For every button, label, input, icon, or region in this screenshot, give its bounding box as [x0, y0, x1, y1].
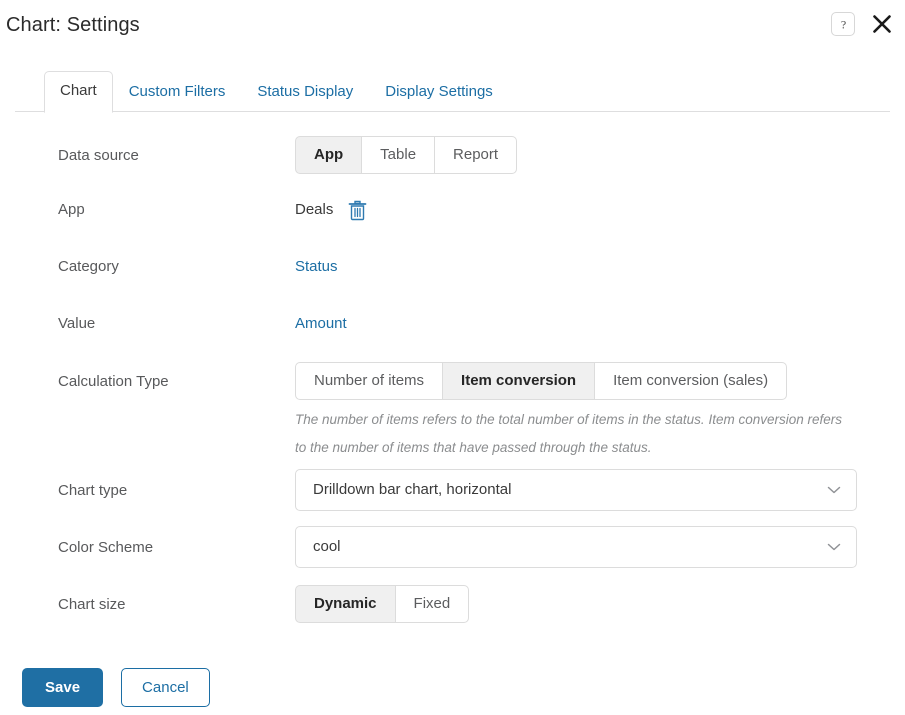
- chevron-down-icon: [827, 543, 841, 552]
- category-value-link[interactable]: Status: [295, 258, 338, 275]
- chevron-down-icon: [827, 486, 841, 495]
- chart-size-option-dynamic[interactable]: Dynamic: [295, 585, 396, 623]
- calculation-type-option-item-conversion[interactable]: Item conversion: [442, 362, 596, 400]
- control-chart-type: Drilldown bar chart, horizontal: [295, 469, 857, 511]
- close-icon: [871, 13, 893, 35]
- label-data-source: Data source: [58, 147, 139, 164]
- app-delete-button[interactable]: [347, 199, 367, 221]
- color-scheme-select[interactable]: cool: [295, 526, 857, 568]
- calculation-type-option-item-conversion-sales[interactable]: Item conversion (sales): [594, 362, 788, 400]
- dialog-footer: Save Cancel: [22, 668, 210, 707]
- calculation-type-segmented-control: Number of items Item conversion Item con…: [295, 362, 788, 400]
- data-source-option-app[interactable]: App: [295, 136, 363, 174]
- tab-bar: Chart Custom Filters Status Display Disp…: [0, 70, 905, 113]
- chart-size-segmented-control: Dynamic Fixed: [295, 585, 470, 623]
- tab-status-display[interactable]: Status Display: [241, 72, 369, 112]
- page-title: Chart: Settings: [6, 14, 140, 36]
- tab-chart[interactable]: Chart: [44, 71, 113, 113]
- tab-display-settings[interactable]: Display Settings: [369, 72, 509, 112]
- label-category: Category: [58, 258, 119, 275]
- cancel-button[interactable]: Cancel: [121, 668, 210, 707]
- help-icon-button[interactable]: ?: [831, 12, 855, 36]
- control-app: Deals: [295, 199, 367, 221]
- svg-text:?: ?: [840, 17, 845, 31]
- label-chart-size: Chart size: [58, 596, 126, 613]
- tab-list: Chart Custom Filters Status Display Disp…: [44, 70, 509, 113]
- question-mark-icon: ?: [837, 17, 850, 32]
- control-color-scheme: cool: [295, 526, 857, 568]
- label-color-scheme: Color Scheme: [58, 539, 154, 556]
- header-actions: ?: [831, 11, 895, 37]
- chart-settings-dialog: Chart: Settings ? Chart Custom Filters S…: [0, 0, 905, 715]
- control-value: Amount: [295, 314, 347, 334]
- color-scheme-selected-value: cool: [313, 538, 341, 555]
- calculation-type-helper-text: The number of items refers to the total …: [295, 412, 842, 455]
- data-source-segmented-control: App Table Report: [295, 136, 518, 174]
- dialog-header: Chart: Settings ?: [0, 0, 905, 56]
- control-data-source: App Table Report: [295, 136, 518, 174]
- control-chart-size: Dynamic Fixed: [295, 585, 470, 623]
- data-source-option-table[interactable]: Table: [361, 136, 436, 174]
- chart-type-select[interactable]: Drilldown bar chart, horizontal: [295, 469, 857, 511]
- chart-size-option-fixed[interactable]: Fixed: [394, 585, 470, 623]
- app-value-wrap: Deals: [295, 199, 367, 221]
- label-value: Value: [58, 315, 96, 332]
- app-selected-value: Deals: [295, 201, 334, 218]
- calculation-type-option-number-of-items[interactable]: Number of items: [295, 362, 444, 400]
- control-calculation-type: Number of items Item conversion Item con…: [295, 362, 788, 400]
- save-button[interactable]: Save: [22, 668, 104, 707]
- trash-icon: [348, 200, 367, 221]
- control-category: Status: [295, 257, 338, 277]
- chart-type-selected-value: Drilldown bar chart, horizontal: [313, 481, 512, 498]
- label-chart-type: Chart type: [58, 482, 128, 499]
- label-calculation-type: Calculation Type: [58, 373, 169, 390]
- tab-custom-filters[interactable]: Custom Filters: [113, 72, 242, 112]
- value-value-link[interactable]: Amount: [295, 315, 347, 332]
- data-source-option-report[interactable]: Report: [434, 136, 518, 174]
- label-app: App: [58, 201, 85, 218]
- close-button[interactable]: [869, 11, 895, 37]
